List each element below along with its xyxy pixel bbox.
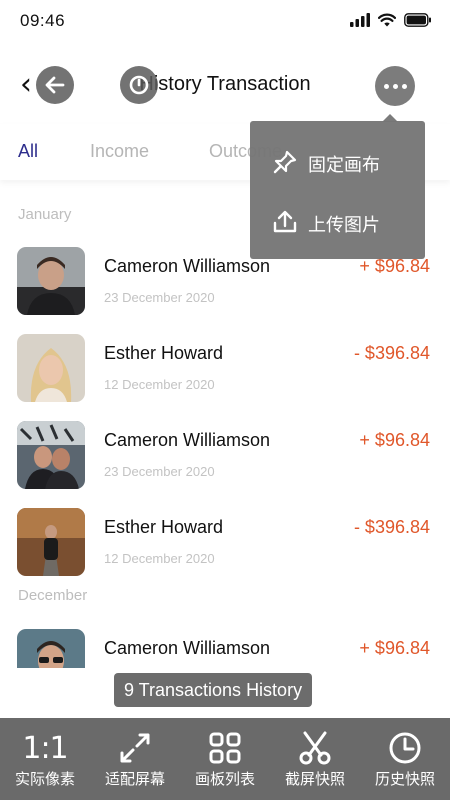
tab-income[interactable]: Income bbox=[90, 141, 149, 162]
transaction-row[interactable]: Cameron Williamson + $96.84 bbox=[0, 629, 450, 668]
capture-icon bbox=[129, 75, 149, 95]
battery-icon bbox=[404, 13, 431, 27]
avatar bbox=[17, 334, 85, 402]
transaction-row[interactable]: Esther Howard 12 December 2020 - $396.84 bbox=[0, 334, 450, 404]
transaction-amount: + $96.84 bbox=[359, 256, 430, 276]
header: ‹ History Transaction bbox=[0, 44, 450, 124]
transaction-amount: - $396.84 bbox=[353, 517, 430, 537]
screenshot-snapshot-button[interactable]: 截屏快照 bbox=[270, 718, 360, 800]
transaction-name: Esther Howard bbox=[104, 343, 224, 363]
transaction-amount: + $96.84 bbox=[359, 430, 430, 450]
transaction-name: Cameron Williamson bbox=[104, 256, 271, 276]
transaction-row[interactable]: Cameron Williamson 23 December 2020 + $9… bbox=[0, 421, 450, 491]
capture-button[interactable] bbox=[120, 66, 158, 104]
transaction-row[interactable]: Esther Howard 12 December 2020 - $396.84 bbox=[0, 508, 450, 578]
history-snapshot-button[interactable]: 历史快照 bbox=[360, 718, 450, 800]
clock-icon bbox=[385, 730, 425, 766]
toolbar-label: 历史快照 bbox=[374, 770, 435, 788]
bottom-toolbar: 1:1 实际像素 适配屏幕 画板列表 截屏快照 历史快照 bbox=[0, 718, 450, 800]
actual-size-button[interactable]: 1:1 实际像素 bbox=[0, 718, 90, 800]
artboard-list-button[interactable]: 画板列表 bbox=[180, 718, 270, 800]
actual-size-icon: 1:1 bbox=[22, 730, 68, 766]
more-dots-icon bbox=[383, 83, 407, 89]
fit-screen-icon bbox=[115, 730, 155, 766]
avatar bbox=[17, 508, 85, 576]
transaction-amount: + $96.84 bbox=[359, 638, 430, 658]
transaction-name: Esther Howard bbox=[104, 517, 224, 537]
transaction-name: Cameron Williamson bbox=[104, 638, 271, 658]
transaction-name: Cameron Williamson bbox=[104, 430, 271, 450]
toolbar-label: 实际像素 bbox=[14, 770, 75, 788]
toolbar-label: 画板列表 bbox=[194, 770, 255, 788]
more-button[interactable] bbox=[375, 66, 415, 106]
menu-item-pin-canvas[interactable]: 固定画布 bbox=[250, 131, 425, 191]
status-icons bbox=[350, 13, 432, 27]
transaction-date: 12 December 2020 bbox=[104, 377, 215, 392]
month-header: December bbox=[18, 587, 88, 604]
artboard-grid-icon bbox=[205, 730, 245, 766]
tab-all[interactable]: All bbox=[18, 141, 38, 162]
fit-screen-button[interactable]: 适配屏幕 bbox=[90, 718, 180, 800]
status-bar: 09:46 bbox=[0, 0, 450, 44]
toolbar-label: 截屏快照 bbox=[284, 770, 345, 788]
more-menu: 固定画布 上传图片 bbox=[250, 121, 425, 259]
avatar bbox=[17, 421, 85, 489]
pin-icon bbox=[273, 150, 297, 174]
upload-icon bbox=[273, 210, 297, 233]
transaction-date: 23 December 2020 bbox=[104, 464, 215, 479]
transaction-date: 23 December 2020 bbox=[104, 290, 215, 305]
menu-item-label: 上传图片 bbox=[308, 215, 380, 236]
status-time: 09:46 bbox=[20, 11, 66, 30]
menu-item-label: 固定画布 bbox=[308, 155, 380, 176]
signal-icon bbox=[350, 13, 370, 27]
toolbar-label: 适配屏幕 bbox=[104, 770, 165, 788]
transaction-amount: - $396.84 bbox=[353, 343, 430, 363]
avatar bbox=[17, 247, 85, 315]
menu-item-upload-image[interactable]: 上传图片 bbox=[250, 191, 425, 251]
scissors-icon bbox=[295, 730, 335, 766]
avatar bbox=[17, 629, 85, 668]
transaction-date: 12 December 2020 bbox=[104, 551, 215, 566]
wifi-icon bbox=[378, 13, 396, 27]
transactions-count-toast: 9 Transactions History bbox=[114, 673, 313, 707]
month-header: January bbox=[18, 206, 72, 223]
